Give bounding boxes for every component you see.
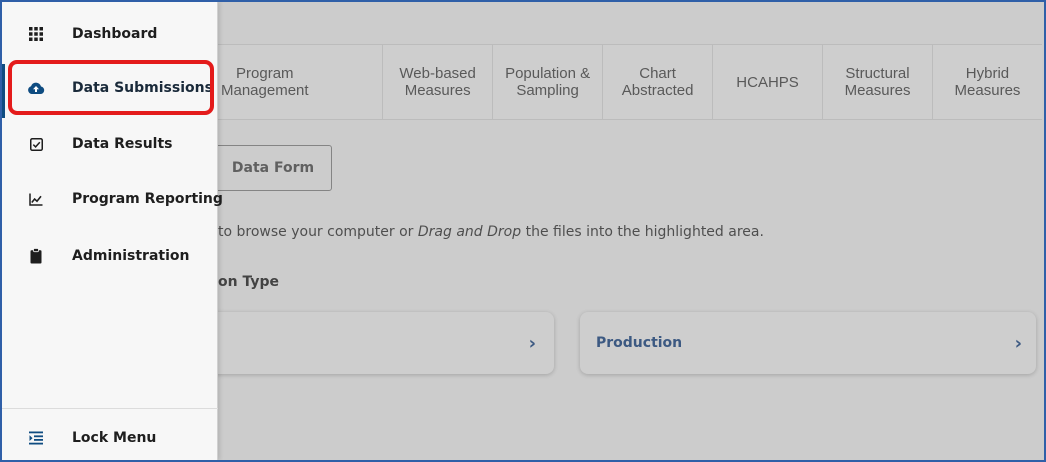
sidebar-divider [2,408,218,409]
sidebar-item-label: Program Reporting [72,191,223,207]
sidebar-item-program-reporting[interactable]: Program Reporting [2,179,223,219]
sidebar-item-administration[interactable]: Administration [2,236,218,276]
app-frame: Program Management Web-based Measures Po… [0,0,1046,462]
lock-menu-button[interactable]: Lock Menu [2,418,218,458]
clipboard-icon [26,246,46,266]
line-chart-icon [26,189,46,209]
sidebar-item-dashboard[interactable]: Dashboard [2,14,218,54]
sidebar-nav: Dashboard Data Submissions Data Results [2,2,223,460]
sidebar-item-label: Administration [72,248,190,264]
sidebar-item-data-results[interactable]: Data Results [2,124,218,164]
menu-lock-icon [26,428,46,448]
grid-icon [26,24,46,44]
lock-menu-label: Lock Menu [72,430,157,446]
sidebar-item-label: Data Results [72,136,173,152]
sidebar-item-label: Dashboard [72,26,158,42]
checkbox-icon [26,134,46,154]
highlight-box [8,60,214,115]
